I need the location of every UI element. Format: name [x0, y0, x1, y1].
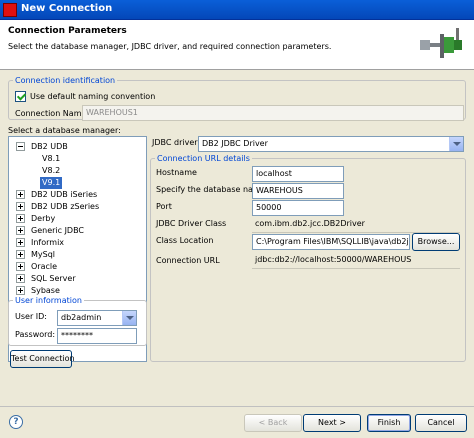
db-manager-label: Select a database manager:	[8, 126, 121, 135]
wizard-footer: ? < Back Next > Finish Cancel	[0, 406, 474, 438]
password-label: Password:	[15, 330, 56, 339]
app-icon	[3, 3, 17, 17]
collapse-icon[interactable]	[16, 142, 25, 151]
expand-icon[interactable]	[16, 274, 25, 283]
jdbc-driver-class-label: JDBC Driver Class	[156, 219, 227, 228]
page-description: Select the database manager, JDBC driver…	[8, 42, 332, 51]
hostname-input[interactable]: localhost	[252, 166, 344, 182]
port-label: Port	[156, 202, 172, 211]
next-button[interactable]: Next >	[303, 414, 361, 432]
chevron-down-icon[interactable]	[449, 137, 463, 151]
class-location-label: Class Location	[156, 236, 214, 245]
connection-name-label: Connection Name:	[15, 109, 90, 118]
port-input[interactable]: 50000	[252, 200, 344, 216]
wizard-body: Connection identification Use default na…	[0, 70, 474, 406]
expand-icon[interactable]	[16, 214, 25, 223]
jdbc-driver-label: JDBC driver:	[152, 138, 201, 147]
browse-button[interactable]: Browse...	[412, 233, 460, 251]
user-id-label: User ID:	[15, 312, 47, 321]
connection-url-label: Connection URL	[156, 256, 220, 265]
test-connection-button[interactable]: Test Connection	[10, 350, 75, 368]
expand-icon[interactable]	[16, 190, 25, 199]
user-information-legend: User information	[15, 296, 82, 305]
expand-icon[interactable]	[16, 262, 25, 271]
window-title: New Connection	[21, 3, 113, 14]
connection-name-input[interactable]: WAREHOUS1	[82, 105, 464, 121]
back-button[interactable]: < Back	[244, 414, 302, 432]
page-title: Connection Parameters	[8, 26, 127, 36]
cancel-button[interactable]: Cancel	[415, 414, 467, 432]
use-default-naming-label: Use default naming convention	[30, 92, 156, 101]
connection-url-details-legend: Connection URL details	[157, 154, 250, 163]
class-location-input[interactable]: C:\Program Files\IBM\SQLLIB\java\db2jcc_…	[252, 234, 410, 250]
expand-icon[interactable]	[16, 202, 25, 211]
user-id-value: db2admin	[61, 313, 102, 322]
expand-icon[interactable]	[16, 286, 25, 295]
database-name-input[interactable]: WAREHOUS	[252, 183, 344, 199]
jdbc-driver-select[interactable]: DB2 JDBC Driver	[198, 136, 464, 152]
expand-icon[interactable]	[16, 226, 25, 235]
help-icon[interactable]: ?	[9, 415, 23, 429]
expand-icon[interactable]	[16, 238, 25, 247]
hostname-label: Hostname	[156, 168, 197, 177]
expand-icon[interactable]	[16, 250, 25, 259]
connection-identification-legend: Connection identification	[15, 76, 116, 85]
wizard-header: Connection Parameters Select the databas…	[0, 20, 474, 70]
jdbc-driver-value: DB2 JDBC Driver	[202, 139, 268, 148]
connection-plug-icon	[420, 28, 462, 58]
connection-url-value: jdbc:db2://localhost:50000/WAREHOUS	[252, 253, 460, 269]
window-title-bar[interactable]: New Connection	[0, 0, 474, 20]
database-name-label: Specify the database name	[156, 185, 266, 194]
jdbc-driver-class-value: com.ibm.db2.jcc.DB2Driver	[252, 217, 460, 233]
use-default-naming-checkbox[interactable]	[15, 91, 26, 102]
password-input[interactable]: ********	[57, 328, 137, 344]
finish-button[interactable]: Finish	[367, 414, 411, 432]
user-id-select[interactable]: db2admin	[57, 310, 137, 326]
chevron-down-icon[interactable]	[122, 311, 136, 325]
